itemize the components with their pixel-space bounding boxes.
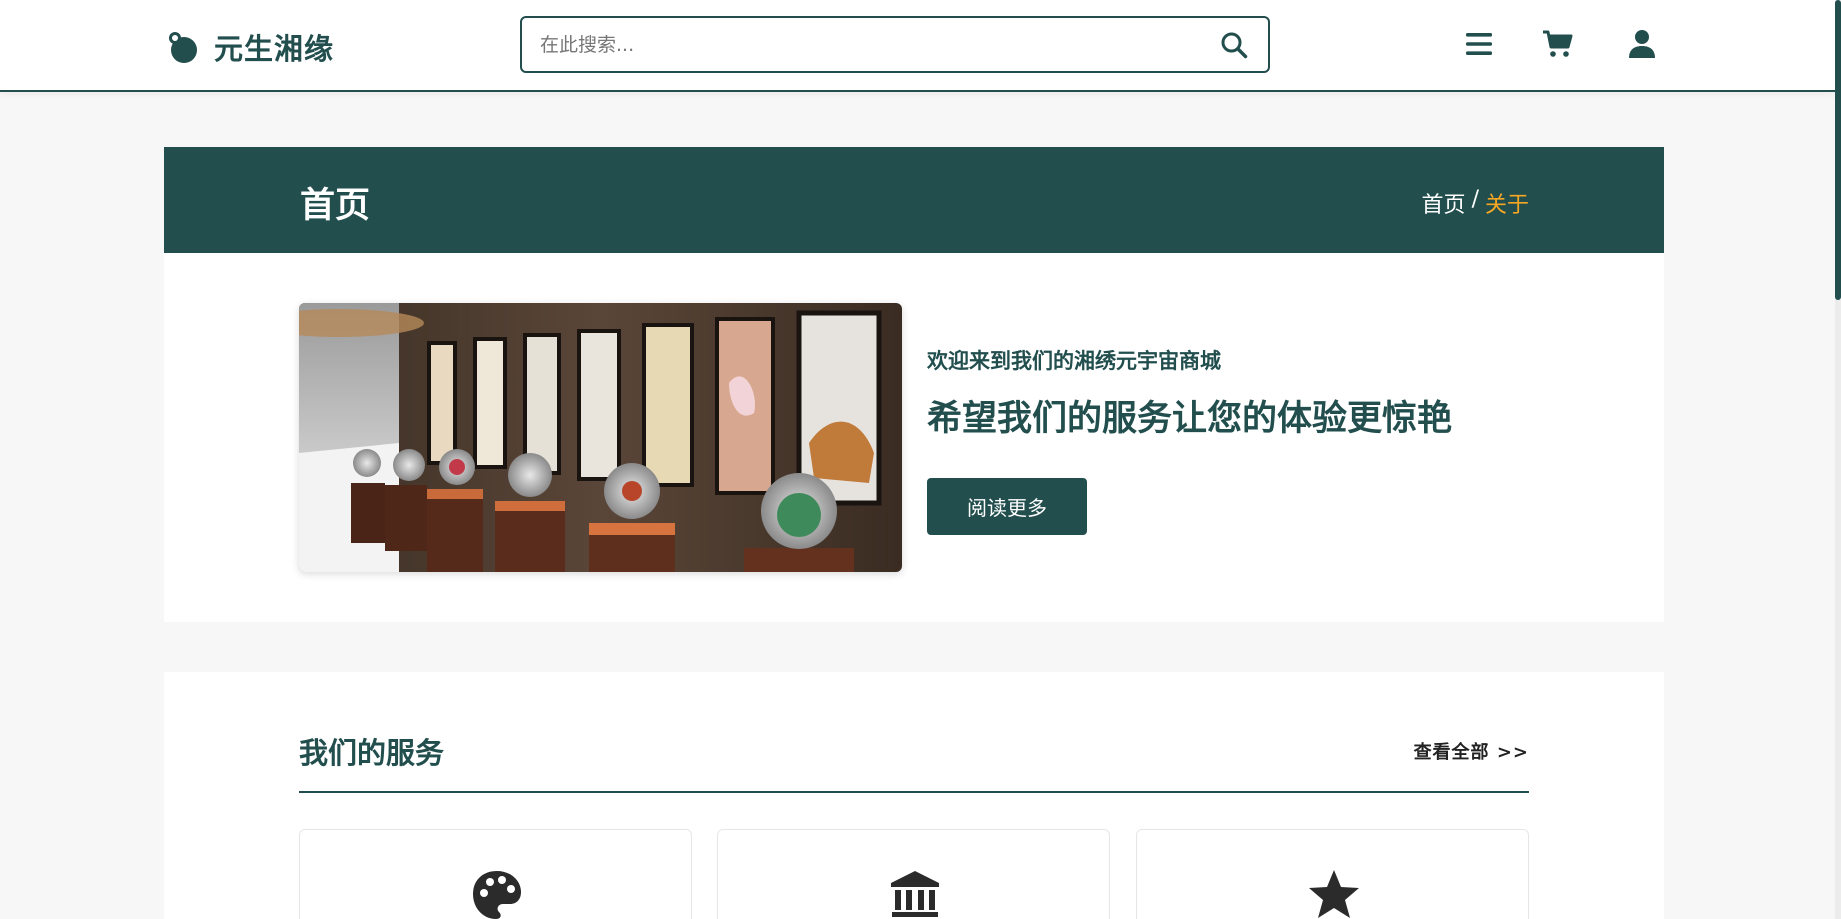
menu-icon[interactable] <box>1463 28 1495 60</box>
page-scrollbar[interactable] <box>1835 0 1841 919</box>
scrollbar-thumb[interactable] <box>1835 0 1841 300</box>
service-card[interactable] <box>299 829 692 919</box>
about-subtitle: 欢迎来到我们的湘绣元宇宙商城 <box>927 349 1221 373</box>
site-name: 元生湘缘 <box>214 32 335 66</box>
section-divider <box>299 791 1529 793</box>
page-title-banner: 首页 首页 / 关于 <box>164 147 1664 253</box>
view-all-link[interactable]: 查看全部 >> <box>1414 738 1529 764</box>
star-icon <box>1307 868 1361 919</box>
search-input[interactable] <box>540 18 1200 71</box>
search-box <box>520 16 1270 73</box>
page-title: 首页 <box>300 186 371 226</box>
virtual-gallery-image <box>299 303 902 572</box>
services-title: 我们的服务 <box>299 736 445 770</box>
site-logo[interactable]: 元生湘缘 <box>164 26 334 68</box>
search-icon[interactable] <box>1220 31 1248 59</box>
about-section: 欢迎来到我们的湘绣元宇宙商城 希望我们的服务让您的体验更惊艳 阅读更多 <box>164 253 1664 622</box>
service-card[interactable] <box>1136 829 1529 919</box>
cart-icon[interactable] <box>1542 28 1574 60</box>
logo-icon <box>169 32 197 63</box>
about-title: 希望我们的服务让您的体验更惊艳 <box>927 399 1453 439</box>
museum-icon <box>888 868 942 919</box>
breadcrumb-home[interactable]: 首页 <box>1422 187 1466 219</box>
services-section: 我们的服务 查看全部 >> <box>164 672 1664 919</box>
breadcrumb: 首页 / 关于 <box>1422 187 1529 219</box>
top-navbar: 元生湘缘 <box>0 0 1835 92</box>
palette-icon <box>470 868 524 919</box>
service-card[interactable] <box>717 829 1110 919</box>
breadcrumb-current: 关于 <box>1484 193 1529 218</box>
breadcrumb-separator: / <box>1471 187 1479 212</box>
user-icon[interactable] <box>1626 28 1658 60</box>
read-more-button[interactable]: 阅读更多 <box>927 478 1087 535</box>
